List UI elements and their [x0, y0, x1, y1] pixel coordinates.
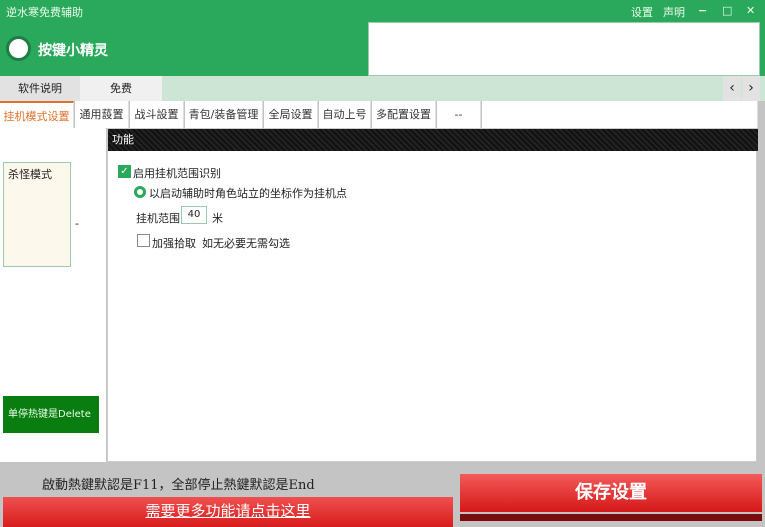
next-tab-button[interactable]: ›	[742, 76, 760, 101]
function-panel: 功能 ✓ 启用挂机范围识别 以启动辅助时角色站立的坐标作为挂机点 挂机范围 40…	[107, 128, 758, 462]
subtab-global[interactable]: 全局设置	[264, 101, 318, 128]
banner-area	[368, 22, 760, 76]
tab-software-info[interactable]: 软件说明	[0, 76, 80, 101]
stop-hotkey-button[interactable]: 单停热键是Delete	[3, 396, 99, 433]
close-button[interactable]: ✕	[746, 4, 755, 17]
save-settings-button[interactable]: 保存设置	[460, 474, 762, 512]
mode-list[interactable]: 杀怪模式	[3, 162, 71, 267]
enable-range-label: 启用挂机范围识别	[133, 167, 221, 180]
minimize-button[interactable]: −	[698, 4, 707, 17]
range-input[interactable]: 40	[181, 206, 207, 224]
anchor-point-radio[interactable]	[134, 186, 146, 198]
range-unit: 米	[212, 212, 223, 225]
subtab-empty	[482, 101, 758, 128]
title-bar: 逆水寒免费辅助 设置 声明 − □ ✕	[0, 0, 765, 22]
brand-name: 按键小精灵	[38, 43, 108, 59]
list-item[interactable]: 杀怪模式	[8, 166, 66, 182]
subtab-more[interactable]: --	[437, 101, 481, 128]
range-label: 挂机范围	[136, 212, 180, 225]
pickup-label: 加强拾取	[152, 237, 196, 250]
subtab-inventory[interactable]: 青包/装备管理	[185, 101, 263, 128]
prev-tab-button[interactable]: ‹	[723, 76, 741, 101]
subtab-multi-config[interactable]: 多配置设置	[372, 101, 436, 128]
enable-range-checkbox[interactable]: ✓	[118, 165, 131, 178]
maximize-button[interactable]: □	[722, 4, 732, 17]
pickup-checkbox[interactable]	[137, 234, 150, 247]
subtab-afk-mode[interactable]: 挂机模式设置	[0, 101, 74, 128]
tab-free[interactable]: 免费	[80, 76, 162, 101]
statement-link[interactable]: 声明	[663, 4, 685, 20]
panel-title: 功能	[108, 129, 758, 151]
logo-icon	[6, 36, 31, 61]
hotkey-info: 啟動熱鍵默認是F11，全部停止熱鍵默認是End	[42, 478, 315, 493]
pickup-hint: 如无必要无需勾选	[202, 237, 290, 250]
dash-label: -	[75, 217, 79, 230]
subtab-combat[interactable]: 战斗設置	[130, 101, 184, 128]
window-title: 逆水寒免费辅助	[6, 6, 83, 19]
more-features-button[interactable]: 需要更多功能请点击这里	[3, 497, 453, 527]
status-strip	[460, 514, 762, 521]
settings-link[interactable]: 设置	[631, 4, 653, 20]
subtab-auto-login[interactable]: 自动上号	[319, 101, 371, 128]
tab-bar: 软件说明 免费 ‹ ›	[0, 76, 765, 101]
anchor-point-label: 以启动辅助时角色站立的坐标作为挂机点	[149, 187, 347, 200]
subtab-general[interactable]: 通用蔎置	[75, 101, 129, 128]
